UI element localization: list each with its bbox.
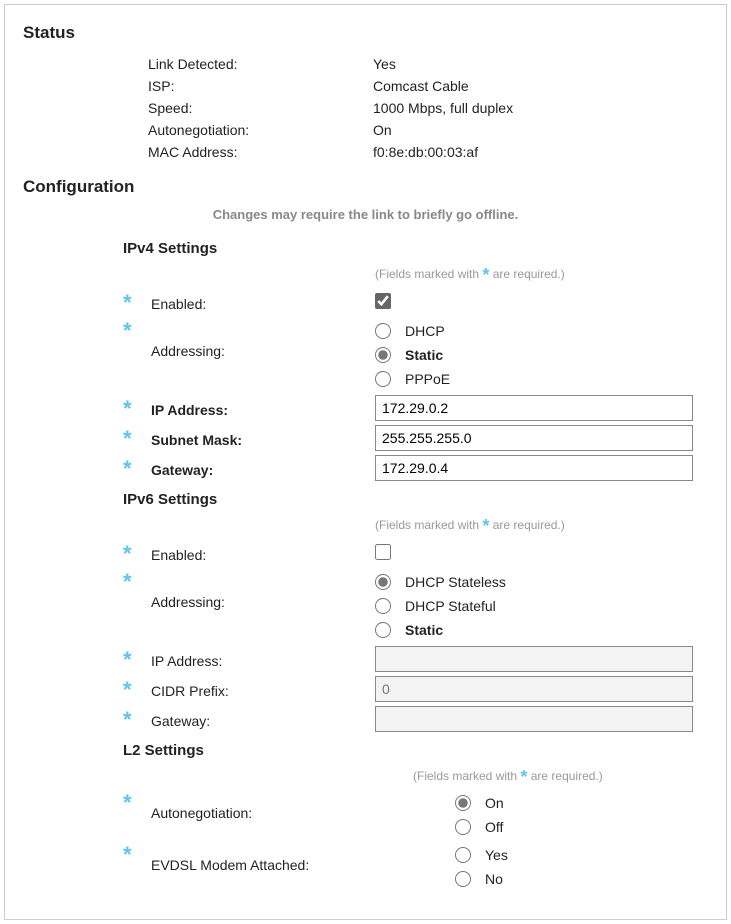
ipv4-addressing-row: * Addressing: DHCP Static PPPoE: [123, 319, 708, 391]
ipv6-static-label: Static: [403, 618, 443, 642]
l2-evdsl-label: EVDSL Modem Attached:: [151, 843, 415, 873]
ipv4-subnet-label: Subnet Mask:: [151, 428, 375, 448]
ipv6-ip-input[interactable]: [375, 646, 693, 672]
asterisk-icon: *: [123, 397, 151, 419]
ipv4-ip-label: IP Address:: [151, 398, 375, 418]
ipv6-gateway-label: Gateway:: [151, 709, 375, 729]
ipv4-subnet-input[interactable]: [375, 425, 693, 451]
l2-autoneg-label: Autonegotiation:: [151, 791, 415, 821]
status-value: On: [373, 119, 392, 141]
l2-off-label: Off: [483, 815, 503, 839]
status-label: Link Detected:: [148, 53, 373, 75]
ipv6-gateway-row: * Gateway:: [123, 706, 708, 732]
asterisk-icon: *: [123, 708, 151, 730]
ipv4-pppoe-label: PPPoE: [403, 367, 450, 391]
l2-no-label: No: [483, 867, 503, 891]
ipv4-ip-row: * IP Address:: [123, 395, 708, 421]
ipv6-stateful-radio[interactable]: [375, 598, 391, 614]
ipv4-dhcp-label: DHCP: [403, 319, 445, 343]
status-label: ISP:: [148, 75, 373, 97]
configuration-header: Configuration: [23, 177, 708, 197]
l2-yes-radio[interactable]: [455, 847, 471, 863]
ipv6-cidr-input[interactable]: [375, 676, 693, 702]
ipv4-subnet-row: * Subnet Mask:: [123, 425, 708, 451]
l2-evdsl-row: * EVDSL Modem Attached: Yes No: [123, 843, 708, 891]
l2-no-radio[interactable]: [455, 871, 471, 887]
config-note: Changes may require the link to briefly …: [23, 207, 708, 222]
l2-yes-label: Yes: [483, 843, 508, 867]
ipv6-ip-label: IP Address:: [151, 649, 375, 669]
asterisk-icon: *: [123, 678, 151, 700]
asterisk-icon: *: [123, 319, 151, 341]
asterisk-icon: *: [123, 648, 151, 670]
status-row-speed: Speed: 1000 Mbps, full duplex: [148, 97, 708, 119]
ipv4-enabled-row: * Enabled:: [123, 289, 708, 315]
ipv6-enabled-checkbox[interactable]: [375, 544, 391, 560]
ipv4-enabled-checkbox[interactable]: [375, 293, 391, 309]
ipv6-ip-row: * IP Address:: [123, 646, 708, 672]
status-block: Link Detected: Yes ISP: Comcast Cable Sp…: [148, 53, 708, 163]
config-panel: Status Link Detected: Yes ISP: Comcast C…: [4, 4, 727, 920]
status-row-link: Link Detected: Yes: [148, 53, 708, 75]
ipv4-gateway-input[interactable]: [375, 455, 693, 481]
ipv4-gateway-label: Gateway:: [151, 458, 375, 478]
required-note: (Fields marked with * are required.): [375, 518, 708, 532]
ipv6-static-radio[interactable]: [375, 622, 391, 638]
status-label: Speed:: [148, 97, 373, 119]
ipv4-header: IPv4 Settings: [123, 240, 708, 257]
ipv6-stateful-label: DHCP Stateful: [403, 594, 496, 618]
ipv4-enabled-label: Enabled:: [151, 292, 375, 312]
ipv4-pppoe-radio[interactable]: [375, 371, 391, 387]
asterisk-icon: *: [123, 791, 151, 813]
asterisk-icon: *: [123, 427, 151, 449]
required-note: (Fields marked with * are required.): [375, 267, 708, 281]
status-value: 1000 Mbps, full duplex: [373, 97, 513, 119]
ipv4-ip-input[interactable]: [375, 395, 693, 421]
status-value: Yes: [373, 53, 396, 75]
status-row-autoneg: Autonegotiation: On: [148, 119, 708, 141]
ipv6-addressing-row: * Addressing: DHCP Stateless DHCP Statef…: [123, 570, 708, 642]
ipv4-gateway-row: * Gateway:: [123, 455, 708, 481]
asterisk-icon: *: [123, 457, 151, 479]
l2-autoneg-row: * Autonegotiation: On Off: [123, 791, 708, 839]
ipv6-cidr-row: * CIDR Prefix:: [123, 676, 708, 702]
ipv6-header: IPv6 Settings: [123, 491, 708, 508]
ipv4-static-radio[interactable]: [375, 347, 391, 363]
asterisk-icon: *: [123, 570, 151, 592]
l2-off-radio[interactable]: [455, 819, 471, 835]
ipv6-section: IPv6 Settings (Fields marked with * are …: [123, 491, 708, 732]
ipv6-cidr-label: CIDR Prefix:: [151, 679, 375, 699]
asterisk-icon: *: [123, 542, 151, 564]
asterisk-icon: *: [123, 843, 151, 865]
status-row-mac: MAC Address: f0:8e:db:00:03:af: [148, 141, 708, 163]
ipv4-dhcp-radio[interactable]: [375, 323, 391, 339]
ipv6-enabled-row: * Enabled:: [123, 540, 708, 566]
required-note: (Fields marked with * are required.): [413, 769, 708, 783]
status-value: f0:8e:db:00:03:af: [373, 141, 478, 163]
status-row-isp: ISP: Comcast Cable: [148, 75, 708, 97]
l2-header: L2 Settings: [123, 742, 708, 759]
ipv6-addressing-label: Addressing:: [151, 570, 375, 610]
ipv6-stateless-radio[interactable]: [375, 574, 391, 590]
ipv6-gateway-input[interactable]: [375, 706, 693, 732]
ipv6-stateless-label: DHCP Stateless: [403, 570, 506, 594]
ipv6-enabled-label: Enabled:: [151, 543, 375, 563]
status-header: Status: [23, 23, 708, 43]
status-label: MAC Address:: [148, 141, 373, 163]
l2-on-radio[interactable]: [455, 795, 471, 811]
l2-on-label: On: [483, 791, 504, 815]
status-value: Comcast Cable: [373, 75, 469, 97]
l2-section: L2 Settings (Fields marked with * are re…: [123, 742, 708, 891]
ipv4-section: IPv4 Settings (Fields marked with * are …: [123, 240, 708, 481]
ipv4-static-label: Static: [403, 343, 443, 367]
status-label: Autonegotiation:: [148, 119, 373, 141]
asterisk-icon: *: [123, 291, 151, 313]
ipv4-addressing-label: Addressing:: [151, 319, 375, 359]
